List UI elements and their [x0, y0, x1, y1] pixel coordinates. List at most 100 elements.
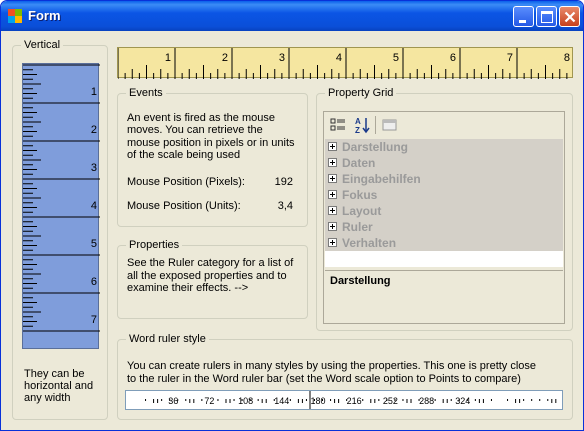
ruler-tick	[145, 399, 147, 401]
alphabetical-button[interactable]: A Z	[352, 115, 372, 135]
ruler-tick	[153, 399, 155, 403]
ruler-tick	[442, 399, 444, 403]
ruler-tick	[189, 399, 191, 403]
property-pages-icon	[382, 119, 397, 131]
ruler-tick	[478, 399, 480, 403]
category-row[interactable]: Fokus	[325, 187, 563, 203]
ruler-tick	[474, 399, 476, 401]
ruler-tick	[301, 399, 303, 403]
category-label: Daten	[342, 156, 376, 170]
close-icon	[564, 11, 576, 23]
property-pages-button[interactable]	[380, 115, 400, 135]
vertical-caption-line-2: horizontal and	[24, 380, 94, 392]
word-description-line-1: You can create rulers in many styles by …	[127, 360, 537, 372]
category-label: Eingabehilfen	[342, 172, 421, 186]
ruler-tick	[217, 399, 219, 401]
vertical-ruler-scale: 1 2 3 4 5 6 7	[23, 64, 100, 332]
ruler-tick	[515, 399, 517, 403]
properties-description-line-2: all the exposed properties and to	[127, 270, 287, 282]
property-description-pane: Darstellung	[325, 270, 563, 323]
svg-text:Z: Z	[355, 126, 360, 135]
minimize-icon	[519, 20, 526, 23]
expand-icon[interactable]	[328, 158, 337, 167]
ruler-label: 144	[274, 396, 289, 406]
ruler-tick	[201, 399, 203, 401]
expand-icon[interactable]	[328, 190, 337, 199]
category-row[interactable]: Darstellung	[325, 139, 563, 155]
properties-group-legend: Properties	[126, 239, 183, 251]
ruler-tick	[225, 399, 227, 403]
svg-text:A: A	[355, 117, 361, 126]
category-label: Verhalten	[342, 236, 397, 250]
close-button[interactable]	[559, 6, 580, 27]
ruler-tick	[362, 399, 364, 401]
ruler-tick	[193, 399, 195, 403]
expand-icon[interactable]	[328, 222, 337, 231]
ruler-tick	[523, 399, 525, 401]
word-style-ruler[interactable]: 36 72 108 144 180 216 252 288 324	[125, 390, 563, 410]
ruler-label: 5	[393, 52, 399, 64]
category-row[interactable]: Eingabehilfen	[325, 171, 563, 187]
categorized-button[interactable]	[328, 115, 348, 135]
window-title: Form	[28, 8, 61, 23]
property-grid-list[interactable]: Darstellung Daten Eingabehilfen Fokus La…	[325, 139, 563, 267]
ruler-label: 8	[564, 52, 570, 64]
ruler-tick	[490, 399, 492, 401]
category-label: Layout	[342, 204, 382, 218]
title-bar[interactable]: Form	[1, 1, 583, 31]
category-row[interactable]: Verhalten	[325, 235, 563, 251]
expand-icon[interactable]	[328, 238, 337, 247]
category-row[interactable]: Daten	[325, 155, 563, 171]
ruler-label: 3	[279, 52, 285, 64]
horizontal-ruler[interactable]: 1 2 3 4 5 6 7 8	[117, 47, 573, 79]
property-grid-group-legend: Property Grid	[325, 87, 397, 99]
property-grid[interactable]: A Z Darstellung Daten Eingabehilfen Foku…	[323, 111, 565, 324]
ruler-tick	[265, 399, 267, 403]
mouse-units-value: 3,4	[277, 200, 293, 212]
expand-icon[interactable]	[328, 174, 337, 183]
vertical-ruler[interactable]: 1 2 3 4 5 6 7	[22, 63, 100, 349]
category-row[interactable]: Layout	[325, 203, 563, 219]
ruler-tick	[507, 399, 509, 401]
categorized-icon	[330, 118, 345, 131]
category-row[interactable]: Ruler	[325, 219, 563, 235]
alphabetical-icon: A Z	[355, 117, 370, 135]
maximize-button[interactable]	[536, 6, 557, 27]
property-description-title: Darstellung	[330, 275, 391, 287]
ruler-tick	[257, 399, 259, 401]
ruler-tick	[334, 399, 336, 403]
expand-icon[interactable]	[328, 206, 337, 215]
properties-description-line-1: See the Ruler category for a list of	[127, 257, 294, 269]
ruler-tick	[330, 399, 332, 401]
category-label: Ruler	[342, 220, 373, 234]
app-icon	[8, 9, 22, 23]
horizontal-ruler-scale: 1 2 3 4 5 6 7 8	[117, 48, 570, 79]
ruler-label: 7	[91, 314, 97, 326]
ruler-tick	[410, 399, 412, 403]
ruler-label: 6	[450, 52, 456, 64]
ruler-tick	[378, 399, 380, 401]
ruler-tick	[374, 399, 376, 403]
events-description-line-3: mouse position in pixels or in units	[127, 137, 295, 149]
ruler-tick	[229, 399, 231, 403]
expand-icon[interactable]	[328, 142, 337, 151]
ruler-label: 7	[507, 52, 513, 64]
ruler-tick	[551, 399, 553, 403]
ruler-label: 2	[91, 124, 97, 136]
ruler-label: 2	[222, 52, 228, 64]
properties-description-line-3: examine their effects. -->	[127, 282, 249, 294]
property-grid-toolbar: A Z	[324, 112, 564, 139]
word-ruler-scale: 36 72 108 144 180 216 252 288 324	[145, 391, 557, 409]
ruler-label: 1	[165, 52, 171, 64]
ruler-tick	[519, 399, 521, 403]
mouse-pixels-label: Mouse Position (Pixels):	[127, 176, 245, 188]
ruler-label: 324	[455, 396, 470, 406]
events-group-legend: Events	[126, 87, 166, 99]
minimize-button[interactable]	[513, 6, 534, 27]
ruler-label: 180	[310, 396, 325, 406]
ruler-tick	[185, 399, 187, 401]
ruler-tick	[261, 399, 263, 403]
ruler-tick	[547, 399, 549, 401]
ruler-tick	[450, 399, 452, 401]
maximize-icon	[541, 11, 553, 23]
